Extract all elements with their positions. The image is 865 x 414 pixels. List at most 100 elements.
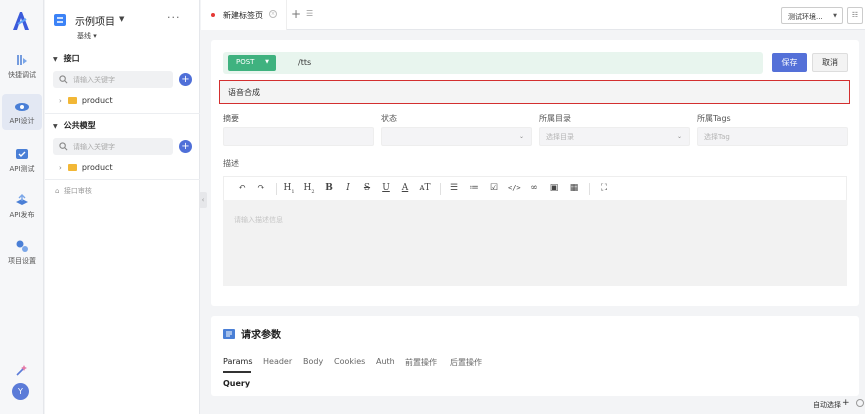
api-name-value: 语音合成	[228, 88, 260, 97]
magic-wand-icon[interactable]	[14, 364, 28, 378]
models-search[interactable]	[53, 138, 173, 155]
strikethrough-icon[interactable]: S	[361, 182, 373, 194]
chevron-down-icon: ▼	[265, 59, 269, 65]
status-select[interactable]: ⌄	[381, 127, 532, 146]
rail-label: 项目设置	[8, 257, 36, 265]
interfaces-search[interactable]	[53, 71, 173, 88]
summary-input[interactable]	[223, 127, 374, 146]
interfaces-section-title[interactable]: ▼ 接口	[53, 53, 80, 64]
heading-1-icon[interactable]: H1	[283, 182, 295, 195]
redo-icon[interactable]: ↷	[255, 182, 267, 194]
save-button[interactable]: 保存	[772, 53, 807, 72]
chevron-down-icon: ⌄	[676, 133, 682, 140]
method-select[interactable]: POST ▼	[228, 55, 276, 71]
history-icon[interactable]	[856, 399, 864, 407]
tree-folder-product[interactable]: › product	[59, 96, 113, 105]
tab-auth[interactable]: Auth	[376, 357, 395, 366]
app-logo-icon[interactable]	[10, 10, 32, 32]
environment-value: 测试环境...	[788, 13, 823, 21]
description-editor[interactable]: 请输入描述信息	[223, 200, 847, 286]
add-tab-button[interactable]: +	[291, 7, 301, 21]
unsaved-dot-icon	[211, 13, 215, 17]
params-title: 请求参数	[241, 330, 281, 341]
tree-folder-product[interactable]: › product	[59, 163, 113, 172]
add-model-button[interactable]: +	[179, 140, 192, 153]
add-interface-button[interactable]: +	[179, 73, 192, 86]
code-icon[interactable]: </>	[508, 182, 521, 194]
rail-item-api-publish[interactable]: API发布	[2, 188, 42, 224]
directory-select[interactable]: 选择目录 ⌄	[539, 127, 690, 146]
heading-2-icon[interactable]: H2	[303, 182, 315, 195]
tags-label: 所属Tags	[697, 114, 731, 123]
tab-label: 新建标签页	[223, 11, 263, 20]
api-test-icon	[16, 149, 28, 159]
tab-list-icon[interactable]: ☰	[306, 9, 313, 18]
search-icon	[59, 75, 68, 84]
tab-body[interactable]: Body	[303, 357, 323, 366]
models-section-title[interactable]: ▼ 公共模型	[53, 120, 96, 131]
cancel-button[interactable]: 取消	[812, 53, 848, 72]
tab-pre-operation[interactable]: 前置操作	[405, 357, 437, 368]
add-icon[interactable]: +	[842, 398, 850, 408]
api-name-field[interactable]: 语音合成	[219, 80, 850, 104]
tab-new[interactable]: 新建标签页 ×	[201, 0, 287, 30]
project-icon	[54, 14, 66, 26]
params-list-icon	[223, 329, 235, 339]
search-icon	[59, 142, 68, 151]
text-color-icon[interactable]: A	[399, 182, 411, 194]
italic-icon[interactable]: I	[342, 182, 354, 194]
project-dropdown-icon[interactable]: ▼	[119, 15, 124, 23]
tab-params[interactable]: Params	[223, 357, 253, 366]
undo-icon[interactable]: ↶	[236, 182, 248, 194]
models-search-input[interactable]	[73, 140, 169, 153]
rail-label: API设计	[9, 117, 35, 125]
description-label: 描述	[223, 159, 239, 168]
branch-selector[interactable]: 基线 ▾	[77, 31, 97, 41]
rail-item-api-test[interactable]: API测试	[2, 142, 42, 178]
rail-item-quick-debug[interactable]: 快捷调试	[2, 48, 42, 84]
interfaces-search-input[interactable]	[73, 73, 169, 86]
user-avatar[interactable]: Y	[12, 383, 29, 400]
tab-cookies[interactable]: Cookies	[334, 357, 365, 366]
auto-select-label[interactable]: 自动选择	[813, 400, 841, 410]
chevron-down-icon: ⌄	[518, 133, 524, 140]
url-bar: POST ▼ /tts	[223, 52, 763, 74]
interface-review-link[interactable]: ⌂ 接口审核	[55, 186, 92, 196]
tags-select[interactable]: 选择Tag	[697, 127, 848, 146]
folder-icon	[67, 164, 77, 171]
tab-bar: 新建标签页 × + ☰ 测试环境... ▼ ☷	[201, 0, 865, 30]
image-icon[interactable]: ▣	[548, 182, 560, 194]
task-list-icon[interactable]: ☑	[488, 182, 500, 194]
rail-item-project-settings[interactable]: 项目设置	[2, 234, 42, 270]
table-icon[interactable]: ▦	[568, 182, 580, 194]
environment-select[interactable]: 测试环境... ▼	[781, 7, 843, 24]
fullscreen-icon[interactable]: ⛶	[598, 182, 610, 194]
rail-label: API测试	[9, 165, 35, 173]
quick-debug-icon	[17, 55, 27, 65]
close-tab-icon[interactable]: ×	[269, 10, 277, 18]
review-icon: ⌂	[55, 187, 60, 195]
chevron-down-icon: ▼	[833, 13, 837, 19]
link-icon[interactable]: ∞	[528, 182, 540, 194]
bullet-list-icon[interactable]: ☰	[448, 182, 460, 194]
collapse-panel-handle[interactable]: ‹	[199, 192, 207, 208]
tab-post-operation[interactable]: 后置操作	[450, 357, 482, 368]
bold-icon[interactable]: B	[323, 182, 335, 194]
method-value: POST	[236, 58, 255, 66]
divider	[45, 179, 200, 180]
numbered-list-icon[interactable]: ≔	[468, 182, 480, 194]
underline-icon[interactable]: U	[380, 182, 392, 194]
directory-placeholder: 选择目录	[546, 133, 574, 141]
summary-label: 摘要	[223, 114, 239, 123]
rail-item-api-design[interactable]: API设计	[2, 94, 42, 130]
url-input[interactable]: /tts	[298, 58, 311, 67]
directory-label: 所属目录	[539, 114, 571, 123]
font-size-icon[interactable]: ᴀT	[419, 182, 431, 194]
environment-settings-button[interactable]: ☷	[847, 7, 863, 24]
tags-placeholder: 选择Tag	[704, 133, 730, 141]
project-name[interactable]: 示例项目	[75, 13, 115, 28]
project-settings-icon	[16, 240, 28, 252]
more-options-icon[interactable]: ···	[167, 11, 181, 24]
tab-header[interactable]: Header	[263, 357, 292, 366]
api-design-icon	[15, 103, 29, 111]
